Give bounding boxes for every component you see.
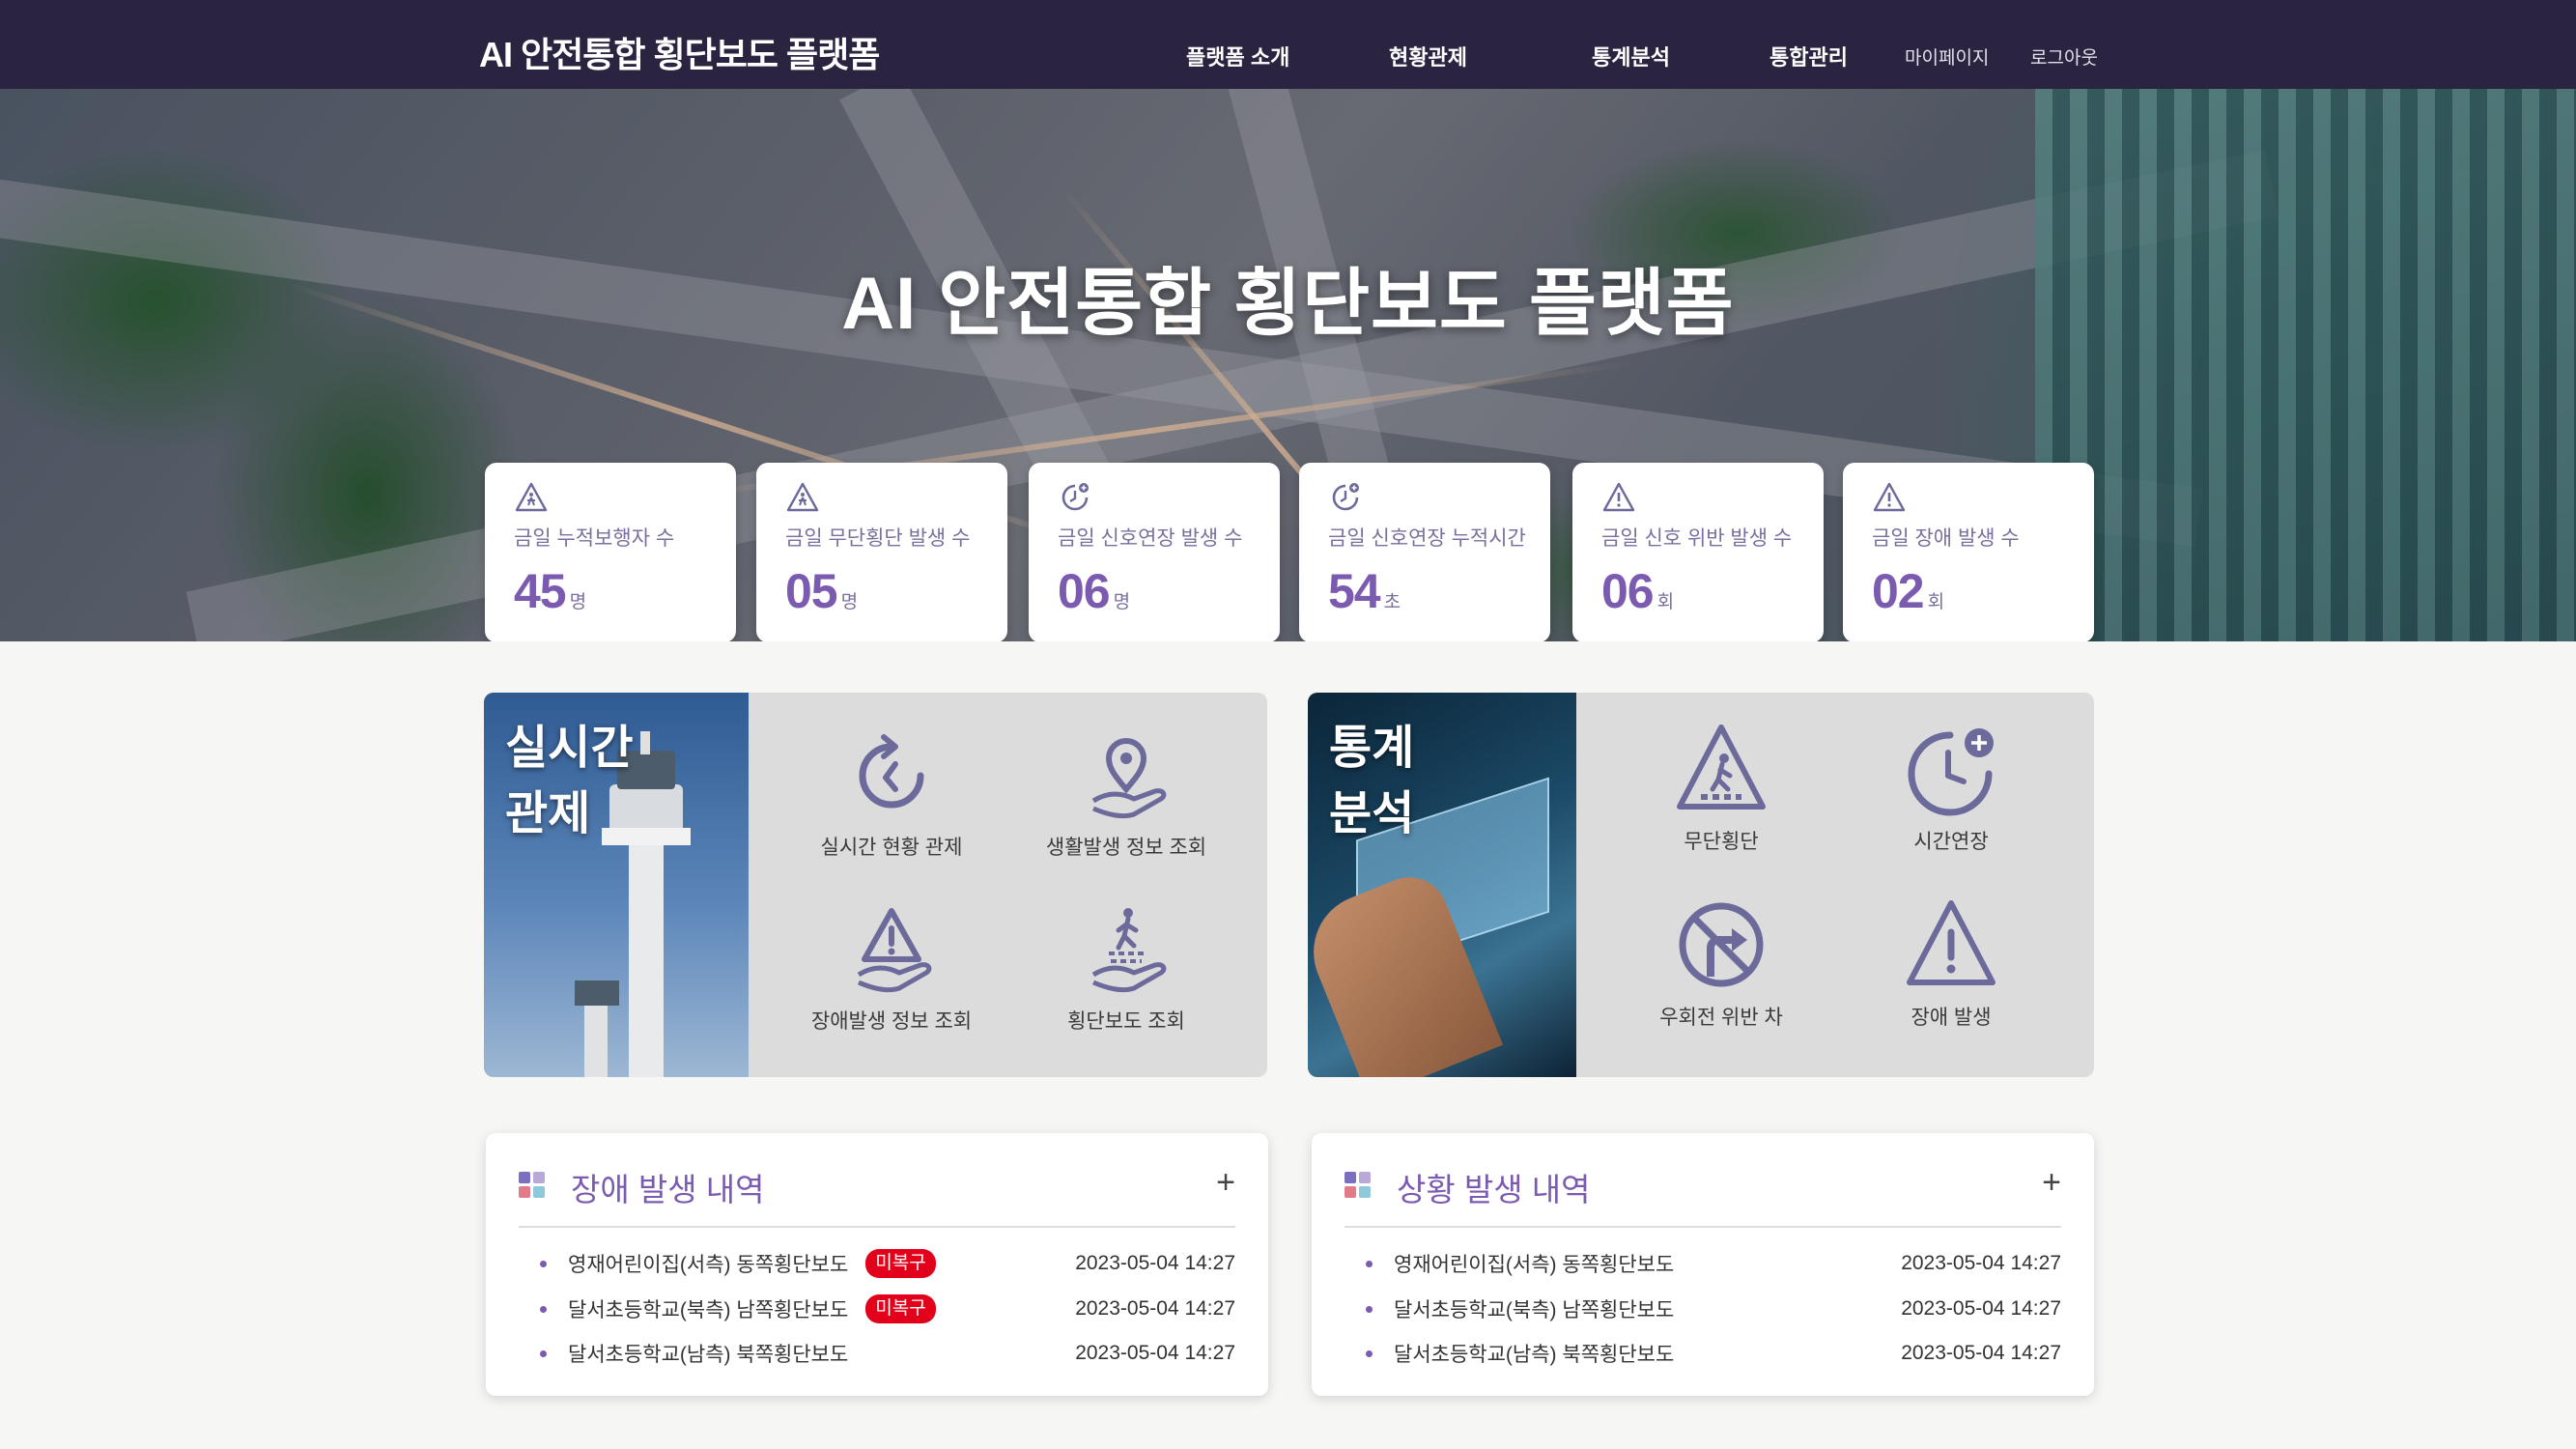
realtime-control-panel: 실시간 관제 실시간 현황 관제 생활발생 정보 조회 장애발생 정보 조회 횡…: [484, 693, 1267, 1077]
stat-card-faults: 금일 장애 발생 수 02 회: [1843, 463, 2094, 641]
list-item[interactable]: 달서초등학교(남측) 북쪽횡단보도 2023-05-04 14:27: [540, 1337, 1235, 1370]
brand-logo[interactable]: AI 안전통합 횡단보도 플랫폼: [479, 27, 880, 77]
menu-realtime-status[interactable]: 실시간 현황 관제: [785, 729, 998, 861]
top-navigation-bar: AI 안전통합 횡단보도 플랫폼 플랫폼 소개 현황관제 통계분석 통합관리 마…: [0, 0, 2576, 89]
stat-value: 05 명: [785, 564, 858, 618]
menu-fault-info[interactable]: 장애발생 정보 조회: [785, 903, 998, 1035]
hero-banner: AI 안전통합 횡단보도 플랫폼 금일 누적보행자 수 45 명 금일 무단횡단 …: [0, 89, 2576, 641]
situation-history-title: 상황 발생 내역: [1397, 1172, 1591, 1208]
signal-extend-icon: [1332, 483, 1359, 511]
realtime-monitor-icon: [859, 734, 924, 809]
pedestrian-warning-icon: [786, 482, 819, 512]
menu-right-turn-violation[interactable]: 우회전 위반 차: [1615, 897, 1827, 1031]
status-badge: 미복구: [865, 1249, 936, 1278]
stat-label: 금일 신호 위반 발생 수: [1601, 527, 1793, 550]
jaywalking-icon: [1677, 724, 1766, 810]
warning-icon: [1873, 482, 1906, 512]
stat-value: 02 회: [1872, 564, 1944, 618]
statistics-title: 통계 분석: [1329, 723, 1415, 839]
stat-card-signal-extension-time: 금일 신호연장 누적시간 54 초: [1299, 463, 1550, 641]
stat-label: 금일 신호연장 발생 수: [1058, 527, 1243, 550]
menu-crosswalk[interactable]: 횡단보도 조회: [1020, 903, 1232, 1035]
signal-extend-icon: [1062, 483, 1089, 511]
stat-value: 06 회: [1601, 564, 1674, 618]
mypage-link[interactable]: 마이페이지: [1905, 43, 1989, 70]
warning-icon: [1602, 482, 1635, 512]
stat-label: 금일 신호연장 누적시간: [1328, 527, 1526, 550]
time-extend-icon: [1908, 728, 1994, 816]
grid-icon: [519, 1172, 545, 1198]
control-tower-image: 실시간 관제: [484, 693, 749, 1077]
nav-statistics[interactable]: 통계분석: [1592, 41, 1670, 71]
hero-title: AI 안전통합 횡단보도 플랫폼: [841, 263, 1735, 345]
stat-value: 45 명: [514, 564, 586, 618]
stats-cards: 금일 누적보행자 수 45 명 금일 무단횡단 발생 수 05 명 금일 신호연장 …: [485, 463, 2094, 641]
menu-fault-occurrence[interactable]: 장애 발생: [1845, 897, 2057, 1031]
warning-hand-icon: [857, 908, 932, 993]
no-right-turn-icon: [1679, 902, 1764, 987]
menu-jaywalking[interactable]: 무단횡단: [1615, 722, 1827, 855]
list-item[interactable]: 달서초등학교(북측) 남쪽횡단보도 2023-05-04 14:27: [1366, 1293, 2061, 1325]
fault-history-box: 장애 발생 내역 + 영재어린이집(서측) 동쪽횡단보도 미복구 2023-05…: [486, 1133, 1268, 1396]
grid-icon: [1345, 1172, 1371, 1198]
stat-value: 54 초: [1328, 564, 1401, 618]
stat-card-jaywalking: 금일 무단횡단 발생 수 05 명: [756, 463, 1007, 641]
logout-link[interactable]: 로그아웃: [2030, 43, 2098, 70]
stat-label: 금일 장애 발생 수: [1872, 527, 2020, 550]
list-item[interactable]: 영재어린이집(서측) 동쪽횡단보도 2023-05-04 14:27: [1366, 1247, 2061, 1280]
more-button[interactable]: +: [1216, 1166, 1235, 1199]
list-item[interactable]: 영재어린이집(서측) 동쪽횡단보도 미복구 2023-05-04 14:27: [540, 1247, 1235, 1280]
stat-card-signal-extension-count: 금일 신호연장 발생 수 06 명: [1029, 463, 1280, 641]
list-item[interactable]: 달서초등학교(남측) 북쪽횡단보도 2023-05-04 14:27: [1366, 1337, 2061, 1370]
nav-integrated-management[interactable]: 통합관리: [1769, 41, 1848, 71]
status-badge: 미복구: [865, 1294, 936, 1323]
location-hand-icon: [1091, 738, 1167, 819]
statistics-panel: 통계 분석 무단횡단 시간연장 우회전 위반 차 장애 발생: [1308, 693, 2094, 1077]
realtime-title: 실시간 관제: [505, 723, 634, 839]
crosswalk-hand-icon: [1091, 908, 1167, 993]
menu-life-info[interactable]: 생활발생 정보 조회: [1020, 729, 1232, 861]
list-item[interactable]: 달서초등학교(북측) 남쪽횡단보도 미복구 2023-05-04 14:27: [540, 1293, 1235, 1325]
more-button[interactable]: +: [2042, 1166, 2061, 1199]
situation-history-box: 상황 발생 내역 + 영재어린이집(서측) 동쪽횡단보도 2023-05-04 …: [1312, 1133, 2094, 1396]
stat-label: 금일 무단횡단 발생 수: [785, 527, 971, 550]
nav-status-control[interactable]: 현황관제: [1389, 41, 1467, 71]
fault-history-title: 장애 발생 내역: [571, 1172, 765, 1208]
menu-time-extension[interactable]: 시간연장: [1845, 722, 2057, 855]
nav-platform-intro[interactable]: 플랫폼 소개: [1186, 41, 1289, 71]
tablet-hand-image: 통계 분석: [1308, 693, 1576, 1077]
stat-card-signal-violation: 금일 신호 위반 발생 수 06 회: [1572, 463, 1824, 641]
stat-value: 06 명: [1058, 564, 1130, 618]
stat-card-pedestrians: 금일 누적보행자 수 45 명: [485, 463, 736, 641]
warning-icon: [1907, 900, 1996, 985]
stat-label: 금일 누적보행자 수: [514, 527, 675, 550]
pedestrian-warning-icon: [515, 482, 548, 512]
